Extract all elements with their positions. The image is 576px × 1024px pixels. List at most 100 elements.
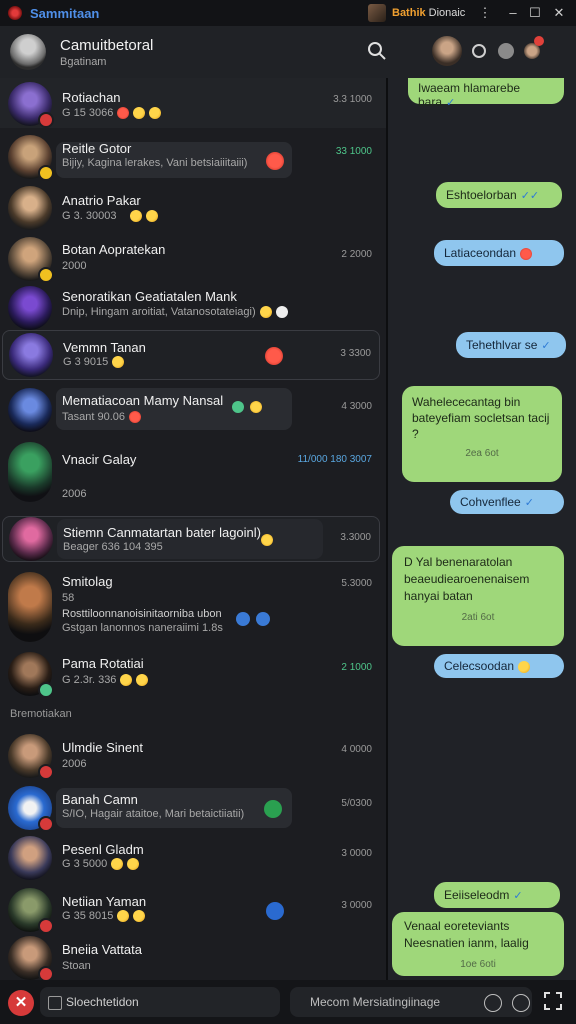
- maximize-button[interactable]: ☐: [526, 4, 544, 22]
- emoji-icon: [136, 674, 149, 687]
- chat-item[interactable]: Vemmn Tanan G 3 9015 3 3300: [2, 330, 380, 380]
- chat-avatar: [8, 82, 54, 128]
- minimize-button[interactable]: –: [504, 4, 522, 22]
- chat-time: 5/0300: [341, 798, 372, 809]
- chat-name: Pama Rotatiai: [62, 656, 144, 671]
- emoji-icon: [518, 660, 531, 673]
- chat-avatar: [8, 888, 54, 934]
- message-bubble[interactable]: Celecsoodan: [434, 654, 564, 678]
- chat-time: 4 0000: [341, 744, 372, 755]
- timer-icon[interactable]: [472, 44, 486, 58]
- chat-preview: 2000: [62, 260, 87, 272]
- chat-item[interactable]: Smitolag 58 Rosttiloonnanoisinitaorniba …: [0, 570, 386, 644]
- fullscreen-icon[interactable]: [544, 992, 562, 1010]
- message-bubble[interactable]: Wahelececantag bin bateyefiam socletsan …: [402, 386, 562, 482]
- chat-list: Rotiachan G 15 3066 3.3 1000 Reitle Goto…: [0, 78, 386, 982]
- chat-name: Vnacir Galay: [62, 452, 137, 467]
- message-bubble[interactable]: D Yal benenaratolan beaeudiearoenenaisem…: [392, 546, 564, 646]
- status-icon[interactable]: [498, 43, 514, 59]
- chat-preview: G 3 9015: [63, 356, 125, 369]
- close-icon[interactable]: ✕: [8, 990, 34, 1016]
- message-bubble[interactable]: Venaal eoreteviants Neesnatien ianm, laa…: [392, 912, 564, 976]
- chat-item[interactable]: Ulmdie Sinent 2006 4 0000: [0, 730, 386, 782]
- chat-item[interactable]: Netiian Yaman G 35 8015 3 0000: [0, 886, 386, 938]
- chat-preview: S/IO, Hagair ataitoe, Mari betaictiiatii…: [62, 808, 245, 820]
- search-icon[interactable]: [366, 40, 388, 62]
- chat-preview: 2006: [62, 488, 87, 500]
- chat-preview: Stoan: [62, 960, 91, 972]
- chat-name: Reitle Gotor: [62, 141, 132, 156]
- chat-item[interactable]: Botan Aopratekan 2000 2 2000: [0, 234, 386, 284]
- app-name: Sammitaan: [30, 5, 100, 21]
- reaction-icon: [265, 347, 283, 365]
- chat-preview: Bijiy, Kagina lerakes, Vani betsiaiiitai…: [62, 157, 248, 169]
- chat-avatar: [8, 286, 52, 330]
- chat-name: Bneiia Vattata: [62, 942, 142, 957]
- chat-preview: 58: [62, 592, 75, 604]
- message-bubble[interactable]: Tehethlvar se ✓: [456, 332, 566, 358]
- chat-avatar: [9, 517, 53, 561]
- chat-name: Ulmdie Sinent: [62, 740, 143, 755]
- message-bubble[interactable]: Latiaceondan: [434, 240, 564, 266]
- chat-time: 33 1000: [335, 146, 372, 157]
- status-icon: [236, 612, 250, 626]
- chat-preview: G 3 5000: [62, 858, 140, 871]
- message-bubble[interactable]: Eeiiseleodm ✓: [434, 882, 560, 908]
- emoji-icon: [133, 910, 146, 923]
- chat-preview: G 3. 30003: [62, 210, 159, 223]
- chat-item[interactable]: Vnacir Galay 2006 11/000 180 3007: [0, 438, 386, 510]
- chat-item[interactable]: Rotiachan G 15 3066 3.3 1000: [0, 78, 386, 128]
- emoji-icon: [127, 858, 140, 871]
- chat-avatar: [8, 388, 52, 432]
- read-receipt-icon: ✓: [446, 97, 456, 109]
- emoji-icon: [117, 910, 130, 923]
- reaction-icon: [266, 152, 284, 170]
- message-bubble[interactable]: Cohvenflee ✓: [450, 490, 564, 514]
- chat-name: Senoratikan Geatiatalen Mank: [62, 289, 237, 304]
- chat-avatar: [8, 836, 52, 880]
- chat-preview: G 15 3066: [62, 107, 162, 120]
- chat-search-input[interactable]: Sloechtetidon: [40, 987, 280, 1017]
- emoji-icon: [146, 210, 159, 223]
- close-window-button[interactable]: ✕: [550, 4, 568, 22]
- account-avatar[interactable]: [368, 4, 386, 22]
- clock-icon[interactable]: [484, 994, 502, 1012]
- chat-preview: G 2.3r. 336: [62, 674, 149, 687]
- chat-preview-line: Gstgan lanonnos naneraiimi 1.8s: [62, 622, 223, 634]
- titlebar-account[interactable]: Bathik Dionaic: [368, 3, 465, 23]
- chat-item[interactable]: Reitle Gotor Bijiy, Kagina lerakes, Vani…: [0, 132, 386, 182]
- chat-time: 3 0000: [341, 900, 372, 911]
- bottom-bar: ✕ Sloechtetidon Mecom Mersiatingiinage: [0, 980, 576, 1024]
- chat-name: Netiian Yaman: [62, 894, 147, 909]
- profile-avatar[interactable]: [10, 34, 46, 70]
- chat-avatar: [8, 652, 54, 698]
- chat-preview: Beager 636 104 395: [63, 541, 163, 553]
- chat-preview: Dnip, Hingam aroitiat, Vatanosotateiagi): [62, 306, 288, 319]
- contact-avatar[interactable]: [432, 36, 462, 66]
- chat-avatar: [8, 734, 54, 780]
- emoji-icon: [130, 210, 143, 223]
- chat-item[interactable]: Pesenl Gladm G 3 5000 3 0000: [0, 834, 386, 886]
- chat-preview-line: Rosttiloonnanoisinitaorniba ubon: [62, 608, 222, 620]
- chat-item[interactable]: Bneiia Vattata Stoan: [0, 936, 386, 982]
- chat-time: 11/000 180 3007: [297, 454, 372, 465]
- message-bubble[interactable]: Eshtoelorban ✓✓: [436, 182, 562, 208]
- chat-item[interactable]: Stiemn Canmatartan bater lagoinl) Beager…: [2, 516, 380, 562]
- chat-time: 3 0000: [341, 848, 372, 859]
- more-options-icon[interactable]: ⋮: [476, 4, 494, 22]
- chat-item[interactable]: Anatrio Pakar G 3. 30003: [0, 182, 386, 234]
- chat-time: 3.3 1000: [333, 94, 372, 105]
- message-input[interactable]: Mecom Mersiatingiinage: [290, 987, 532, 1017]
- chat-avatar: [8, 572, 52, 642]
- chat-item[interactable]: Senoratikan Geatiatalen Mank Dnip, Hinga…: [0, 284, 386, 334]
- chat-name: Banah Camn: [62, 792, 138, 807]
- chat-item[interactable]: Banah Camn S/IO, Hagair ataitoe, Mari be…: [0, 784, 386, 834]
- chat-item[interactable]: Pama Rotatiai G 2.3r. 336 2 1000: [0, 648, 386, 702]
- emoji-icon: [129, 411, 141, 424]
- chat-item[interactable]: Mematiacoan Mamy Nansal Tasant 90.06 4 3…: [0, 384, 386, 436]
- chat-time: 3.3000: [340, 532, 371, 543]
- chat-avatar: [8, 936, 54, 982]
- message-bubble[interactable]: Iwaeam hlamarebe bara ✓: [408, 78, 564, 109]
- microphone-icon[interactable]: [512, 994, 530, 1012]
- message-time: 2ea 6ot: [465, 448, 499, 459]
